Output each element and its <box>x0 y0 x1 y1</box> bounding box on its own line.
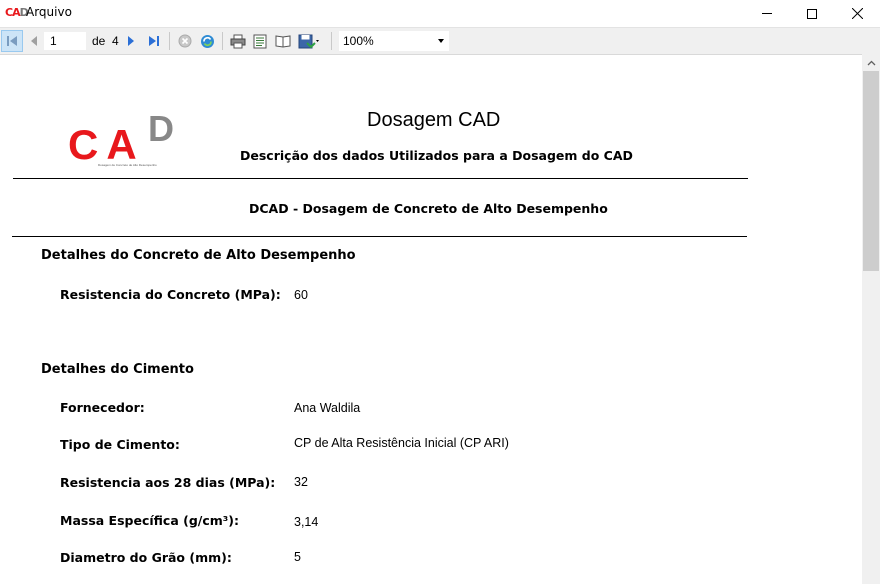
export-button[interactable] <box>296 31 322 51</box>
report-toolbar: 1 de 4 100% <box>0 27 880 54</box>
page-setup-button[interactable] <box>273 31 293 51</box>
report-title: Dosagem CAD <box>367 109 501 131</box>
vertical-scrollbar[interactable] <box>862 54 880 584</box>
print-layout-icon <box>253 34 267 48</box>
chevron-down-icon <box>438 39 444 43</box>
maximize-icon <box>807 8 817 19</box>
minimize-icon <box>762 13 772 14</box>
chevron-up-icon <box>867 60 875 65</box>
title-bar: CAD Arquivo <box>0 0 880 27</box>
field-label: Diametro do Grão (mm): <box>60 550 232 565</box>
field-value: 5 <box>294 550 301 564</box>
field-label: Resistencia do Concreto (MPa): <box>60 287 281 302</box>
window-title: Arquivo <box>26 5 72 19</box>
stop-icon <box>178 34 192 48</box>
first-page-button[interactable] <box>1 30 23 52</box>
field-label: Resistencia aos 28 dias (MPa): <box>60 475 276 490</box>
report-subtitle: Descrição dos dados Utilizados para a Do… <box>240 148 633 163</box>
report-viewer[interactable]: D CA Dosagem de Concreto de Alto Desempe… <box>0 54 862 584</box>
previous-page-icon <box>31 36 37 46</box>
first-page-icon <box>7 36 17 46</box>
zoom-value: 100% <box>343 34 374 48</box>
refresh-icon <box>200 34 214 48</box>
logo-text: CA <box>68 121 145 168</box>
save-icon <box>298 34 319 48</box>
last-page-icon <box>149 36 159 46</box>
print-layout-button[interactable] <box>250 31 270 51</box>
print-button[interactable] <box>228 31 248 51</box>
divider <box>12 236 747 237</box>
print-icon <box>230 34 246 48</box>
previous-page-button[interactable] <box>24 31 44 51</box>
logo-d: D <box>148 108 174 149</box>
next-page-icon <box>128 36 134 46</box>
stop-button[interactable] <box>175 31 195 51</box>
scroll-thumb[interactable] <box>863 71 879 271</box>
page-setup-icon <box>275 35 291 48</box>
refresh-button[interactable] <box>197 31 217 51</box>
report-heading: DCAD - Dosagem de Concreto de Alto Desem… <box>249 201 608 216</box>
toolbar-separator <box>331 32 332 50</box>
total-pages-label: 4 <box>112 34 119 48</box>
minimize-button[interactable] <box>744 0 790 27</box>
field-value: CP de Alta Resistência Inicial (CP ARI) <box>294 436 509 450</box>
field-value: Ana Waldila <box>294 401 361 415</box>
field-value: 32 <box>294 475 308 489</box>
field-label: Tipo de Cimento: <box>60 437 180 452</box>
app-icon[interactable]: CAD <box>5 6 29 20</box>
field-label: Fornecedor: <box>60 400 145 415</box>
field-value: 3,14 <box>294 515 319 529</box>
cad-logo: D CA Dosagem de Concreto de Alto Desempe… <box>68 108 188 169</box>
toolbar-separator <box>222 32 223 50</box>
section-title: Detalhes do Cimento <box>41 362 194 377</box>
zoom-select[interactable]: 100% <box>339 31 449 51</box>
next-page-button[interactable] <box>121 31 141 51</box>
section-title: Detalhes do Concreto de Alto Desempenho <box>41 248 356 263</box>
close-button[interactable] <box>834 0 880 27</box>
logo-subtitle: Dosagem de Concreto de Alto Desempenho <box>98 163 157 167</box>
last-page-button[interactable] <box>144 31 164 51</box>
toolbar-separator <box>169 32 170 50</box>
divider <box>13 178 748 179</box>
maximize-button[interactable] <box>789 0 835 27</box>
page-of-label: de <box>92 34 106 48</box>
field-value: 60 <box>294 288 308 302</box>
scroll-up-button[interactable] <box>862 54 880 71</box>
page-number-input[interactable]: 1 <box>44 32 86 50</box>
field-label: Massa Específica (g/cm³): <box>60 513 239 528</box>
close-icon <box>851 8 863 19</box>
